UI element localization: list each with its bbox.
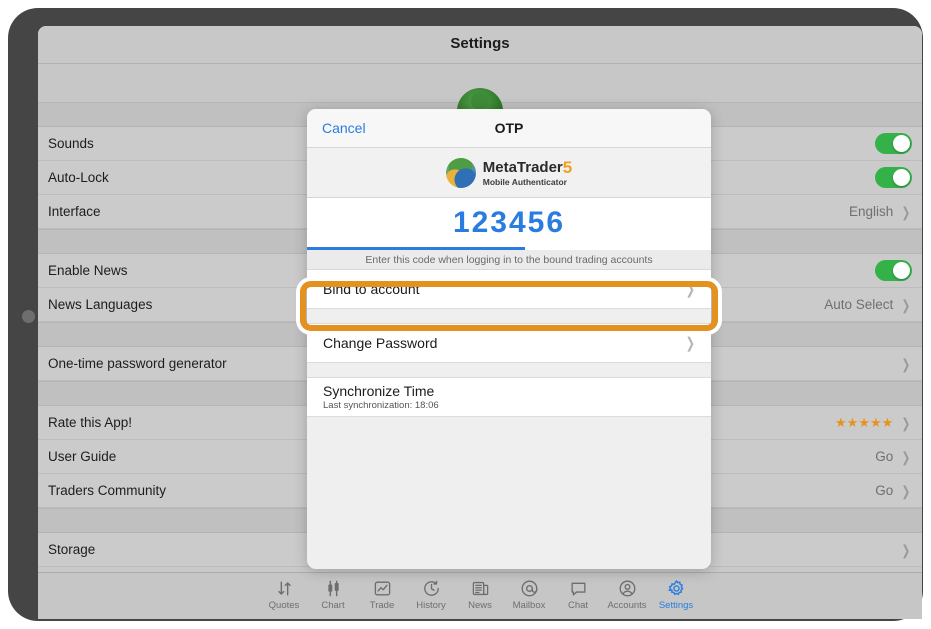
settings-row-label: News Languages (48, 297, 152, 312)
otp-hint-text: Enter this code when logging in to the b… (307, 250, 711, 270)
tab-settings[interactable]: Settings (652, 573, 701, 611)
otp-code-block: 123456 (307, 198, 711, 250)
modal-row-title: Synchronize Time (323, 383, 711, 399)
modal-title: OTP (307, 120, 711, 136)
settings-row-value: English (849, 204, 893, 219)
chevron-right-icon: ❯ (902, 357, 911, 371)
at-sign-icon (505, 578, 554, 598)
settings-row-label: Rate this App! (48, 415, 132, 430)
modal-action-list: Bind to account❯Change Password❯Synchron… (307, 270, 711, 417)
chevron-right-icon: ❯ (902, 205, 911, 219)
toggle-switch[interactable] (875, 260, 912, 281)
metatrader-logo-icon (446, 158, 476, 188)
modal-row-title: Change Password (323, 335, 711, 351)
tablet-device-frame: Settings Sounds Auto-Lock Interface English… (8, 8, 923, 621)
updown-arrows-icon (260, 578, 309, 598)
tab-label: Settings (652, 600, 701, 611)
tab-chat[interactable]: Chat (554, 573, 603, 611)
settings-row-label: Sounds (48, 136, 94, 151)
tab-label: Mailbox (505, 600, 554, 611)
app-screen: Settings Sounds Auto-Lock Interface English… (38, 26, 922, 619)
settings-row-control (875, 127, 912, 160)
navigation-bar: Settings (38, 26, 922, 64)
toggle-switch[interactable] (875, 133, 912, 154)
settings-row-control: English ❯ (849, 195, 912, 228)
settings-row-control: ❯ (900, 533, 912, 566)
chevron-right-icon: ❯ (902, 484, 911, 498)
gear-icon (652, 578, 701, 598)
chevron-right-icon: ❯ (686, 334, 695, 352)
rating-stars: ★★★★★ (835, 415, 893, 431)
settings-row-control: Go ❯ (875, 440, 912, 473)
tab-chart[interactable]: Chart (309, 573, 358, 611)
settings-row-label: Interface (48, 204, 101, 219)
brand-name: MetaTrader5 (483, 159, 573, 176)
tab-label: News (456, 600, 505, 611)
tab-label: Trade (358, 600, 407, 611)
chevron-right-icon: ❯ (902, 450, 911, 464)
tab-mailbox[interactable]: Mailbox (505, 573, 554, 611)
page-title: Settings (38, 35, 922, 52)
settings-row-value: Auto Select (824, 297, 893, 312)
modal-row-title: Bind to account (323, 281, 711, 297)
tab-history[interactable]: History (407, 573, 456, 611)
tab-label: Quotes (260, 600, 309, 611)
settings-row-value: Go (875, 483, 893, 498)
chevron-right-icon: ❯ (902, 298, 911, 312)
settings-row-label: One-time password generator (48, 356, 227, 371)
chevron-right-icon: ❯ (686, 280, 695, 298)
profile-header (38, 64, 922, 102)
settings-row-label: Storage (48, 542, 95, 557)
otp-code-value: 123456 (307, 198, 711, 240)
modal-row-change-password[interactable]: Change Password❯ (307, 324, 711, 363)
settings-row-control: Auto Select ❯ (824, 288, 912, 321)
tab-news[interactable]: News (456, 573, 505, 611)
modal-row-separator (307, 363, 711, 378)
toggle-switch[interactable] (875, 167, 912, 188)
candlestick-icon (309, 578, 358, 598)
tab-label: Accounts (603, 600, 652, 611)
brand-subtitle: Mobile Authenticator (483, 178, 573, 187)
settings-row-control (875, 161, 912, 194)
settings-row-label: Traders Community (48, 483, 166, 498)
modal-row-bind-to-account[interactable]: Bind to account❯ (307, 270, 711, 309)
modal-row-subtitle: Last synchronization: 18:06 (323, 400, 711, 411)
tab-label: History (407, 600, 456, 611)
chevron-right-icon: ❯ (902, 543, 911, 557)
settings-row-label: Auto-Lock (48, 170, 109, 185)
otp-modal: Cancel OTP MetaTrader5 Mobile Authentica… (307, 109, 711, 569)
settings-row-control: ❯ (900, 347, 912, 380)
tab-quotes[interactable]: Quotes (260, 573, 309, 611)
tab-label: Chart (309, 600, 358, 611)
brand-name-text: MetaTrader (483, 159, 563, 176)
settings-row-control: Go ❯ (875, 474, 912, 507)
tab-label: Chat (554, 600, 603, 611)
tab-trade[interactable]: Trade (358, 573, 407, 611)
settings-row-control: ★★★★★ ❯ (835, 406, 912, 439)
line-chart-box-icon (358, 578, 407, 598)
bottom-tab-bar[interactable]: QuotesChartTradeHistoryNewsMailboxChatAc… (38, 572, 922, 619)
metatrader-brand: MetaTrader5 Mobile Authenticator (307, 148, 711, 198)
otp-progress-bar (307, 247, 711, 250)
tab-accounts[interactable]: Accounts (603, 573, 652, 611)
newspaper-icon (456, 578, 505, 598)
chevron-right-icon: ❯ (902, 416, 911, 430)
modal-row-synchronize-time[interactable]: Synchronize TimeLast synchronization: 18… (307, 378, 711, 417)
clock-back-icon (407, 578, 456, 598)
settings-row-value: Go (875, 449, 893, 464)
brand-text: MetaTrader5 Mobile Authenticator (483, 159, 573, 187)
modal-header: Cancel OTP (307, 109, 711, 148)
settings-row-label: Enable News (48, 263, 128, 278)
person-circle-icon (603, 578, 652, 598)
modal-row-separator (307, 309, 711, 324)
settings-row-control (875, 254, 912, 287)
speech-bubble-icon (554, 578, 603, 598)
brand-version: 5 (563, 158, 572, 177)
front-camera-dot (22, 310, 35, 323)
otp-progress-fill (307, 247, 525, 250)
settings-row-label: User Guide (48, 449, 116, 464)
